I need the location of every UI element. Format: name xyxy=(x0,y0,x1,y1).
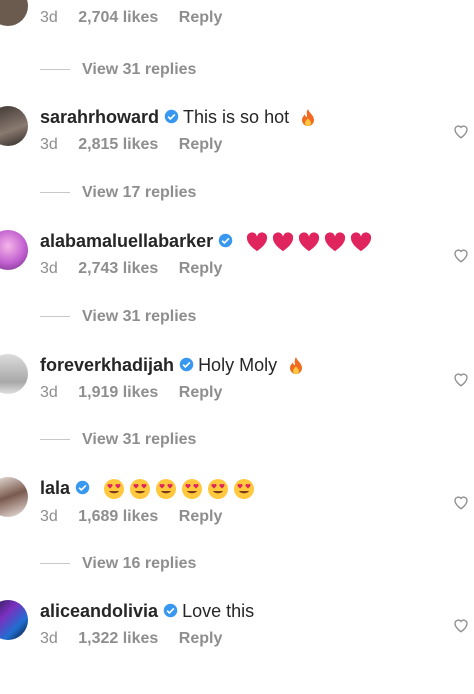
comment-time: 3d xyxy=(40,384,58,402)
username[interactable]: sarahrhoward xyxy=(40,107,159,127)
divider xyxy=(40,69,70,71)
likes-count[interactable]: 2,704 likes xyxy=(78,9,158,26)
view-replies-button[interactable]: View 31 replies xyxy=(40,60,196,80)
view-replies-label: View 31 replies xyxy=(82,431,197,448)
divider xyxy=(40,192,70,194)
verified-badge-icon xyxy=(163,603,178,618)
verified-badge-icon xyxy=(179,357,194,372)
divider xyxy=(40,563,70,565)
view-replies-button[interactable]: View 31 replies xyxy=(40,430,196,450)
like-heart-icon[interactable] xyxy=(452,122,470,140)
red-heart-emoji-icon xyxy=(299,232,320,252)
comment-text: This is so hot xyxy=(183,107,290,127)
fire-emoji-icon xyxy=(302,109,315,127)
red-heart-emoji-icon xyxy=(247,232,268,252)
red-heart-emoji-icon xyxy=(273,232,294,252)
username[interactable]: aliceandolivia xyxy=(40,601,158,621)
reply-button[interactable]: Reply xyxy=(179,630,223,647)
view-replies-label: View 31 replies xyxy=(82,61,197,78)
like-heart-icon[interactable] xyxy=(452,370,470,388)
comment-time: 3d xyxy=(40,260,58,278)
username[interactable]: alabamaluellabarker xyxy=(40,231,213,251)
comment-time: 3d xyxy=(40,508,58,526)
heart-eyes-emoji-icon xyxy=(156,479,177,500)
comment-time: 3d xyxy=(40,9,58,26)
avatar[interactable] xyxy=(0,477,28,517)
username[interactable]: foreverkhadijah xyxy=(40,355,174,375)
divider xyxy=(40,439,70,441)
view-replies-label: View 31 replies xyxy=(82,308,197,325)
divider xyxy=(40,316,70,318)
like-heart-icon[interactable] xyxy=(452,493,470,511)
likes-count[interactable]: 1,689 likes xyxy=(78,508,158,525)
verified-badge-icon xyxy=(75,480,90,495)
reply-button[interactable]: Reply xyxy=(179,9,223,26)
view-replies-button[interactable]: View 31 replies xyxy=(40,307,196,327)
comment-text: Love this xyxy=(182,601,255,621)
red-heart-emoji-icon xyxy=(325,232,346,252)
red-heart-emoji-icon xyxy=(351,232,372,252)
avatar[interactable] xyxy=(0,354,28,394)
heart-eyes-emoji-icon xyxy=(208,479,229,500)
avatar[interactable] xyxy=(0,230,28,270)
like-heart-icon[interactable] xyxy=(452,616,470,634)
username[interactable]: lala xyxy=(40,478,70,498)
avatar[interactable] xyxy=(0,600,28,640)
comment-meta: 3d 2,743 likes Reply xyxy=(40,259,434,279)
likes-count[interactable]: 2,815 likes xyxy=(78,136,158,153)
comment-meta: 3d 1,919 likes Reply xyxy=(40,383,434,403)
heart-eyes-emoji-row xyxy=(99,478,255,500)
reply-button[interactable]: Reply xyxy=(179,136,223,153)
comment-meta: 3d 2,704 likes Reply xyxy=(40,8,434,28)
avatar[interactable] xyxy=(0,0,28,26)
comment-text: Holy Moly xyxy=(198,355,278,375)
heart-eyes-emoji-icon xyxy=(182,479,203,500)
view-replies-button[interactable]: View 17 replies xyxy=(40,183,196,203)
reply-button[interactable]: Reply xyxy=(179,260,223,277)
comment-time: 3d xyxy=(40,136,58,154)
like-heart-icon[interactable] xyxy=(452,246,470,264)
heart-eyes-emoji-icon xyxy=(234,479,255,500)
comment-meta: 3d 2,815 likes Reply xyxy=(40,135,434,155)
verified-badge-icon xyxy=(218,233,233,248)
heart-eyes-emoji-icon xyxy=(104,479,125,500)
view-replies-button[interactable]: View 16 replies xyxy=(40,554,196,574)
likes-count[interactable]: 1,919 likes xyxy=(78,384,158,401)
reply-button[interactable]: Reply xyxy=(179,508,223,525)
likes-count[interactable]: 2,743 likes xyxy=(78,260,158,277)
fire-emoji-icon xyxy=(290,357,303,375)
fire-icon xyxy=(452,0,470,12)
verified-badge-icon xyxy=(164,109,179,124)
comment-meta: 3d 1,322 likes Reply xyxy=(40,629,434,649)
avatar[interactable] xyxy=(0,106,28,146)
heart-eyes-emoji-icon xyxy=(130,479,151,500)
reply-button[interactable]: Reply xyxy=(179,384,223,401)
view-replies-label: View 16 replies xyxy=(82,555,197,572)
heart-emoji-row xyxy=(242,231,372,252)
comment-meta: 3d 1,689 likes Reply xyxy=(40,507,434,527)
view-replies-label: View 17 replies xyxy=(82,184,197,201)
comment-time: 3d xyxy=(40,630,58,647)
likes-count[interactable]: 1,322 likes xyxy=(78,630,158,647)
